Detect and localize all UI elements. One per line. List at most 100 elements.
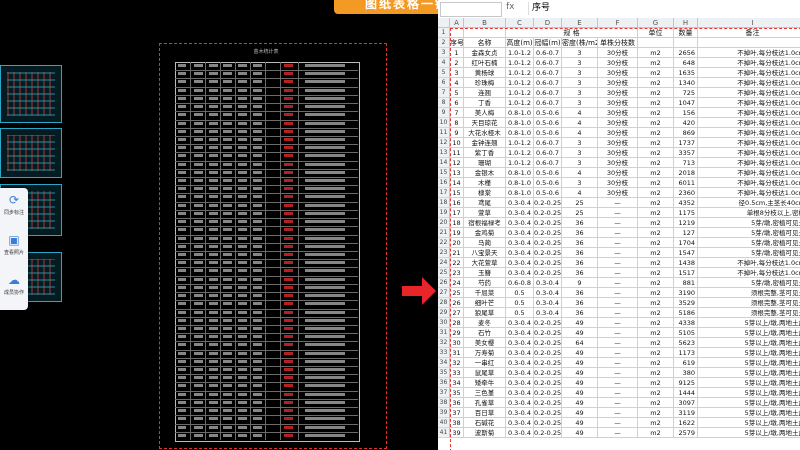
table-cell[interactable]: 0.2-0.25 [534, 378, 562, 388]
table-cell[interactable]: 30分枝 [598, 128, 638, 138]
table-cell[interactable]: 0.6-0.7 [534, 68, 562, 78]
table-cell[interactable]: 0.3-0.4 [506, 218, 534, 228]
table-cell[interactable]: 1.0-1.2 [506, 48, 534, 58]
table-cell[interactable]: 须根完整,茎可见土 [698, 298, 800, 308]
table-cell[interactable]: 三色堇 [464, 388, 506, 398]
row-header[interactable]: 29 [438, 308, 450, 318]
table-cell[interactable]: m2 [638, 428, 674, 438]
table-cell[interactable]: 30分枝 [598, 188, 638, 198]
table-cell[interactable]: 0.3-0.4 [506, 338, 534, 348]
table-cell[interactable]: 芍药 [464, 278, 506, 288]
table-cell[interactable]: — [598, 288, 638, 298]
table-cell[interactable]: 49 [562, 318, 598, 328]
row-header[interactable]: 6 [438, 78, 450, 88]
table-cell[interactable]: — [598, 398, 638, 408]
table-cell[interactable]: 5芽/墩,密植可见土 [698, 248, 800, 258]
table-cell[interactable]: 美人梅 [464, 108, 506, 118]
row-header[interactable]: 22 [438, 238, 450, 248]
table-cell[interactable]: — [598, 368, 638, 378]
table-cell[interactable]: — [598, 308, 638, 318]
table-cell[interactable]: — [598, 348, 638, 358]
table-cell[interactable]: 0.3-0.4 [534, 278, 562, 288]
qty-header[interactable]: 数量 [674, 28, 698, 38]
table-cell[interactable]: 不掉叶,每分枝达1.0cm [698, 108, 800, 118]
table-cell[interactable]: 3357 [674, 148, 698, 158]
table-cell[interactable]: 6011 [674, 178, 698, 188]
table-cell[interactable]: 不掉叶,每分枝达1.0cm [698, 88, 800, 98]
table-cell[interactable]: 0.2-0.25 [534, 228, 562, 238]
table-cell[interactable]: 须根完整,茎可见土 [698, 308, 800, 318]
table-cell[interactable]: 0.3-0.4 [506, 328, 534, 338]
table-cell[interactable]: 49 [562, 408, 598, 418]
table-cell[interactable]: 5芽以上/墩,两地土盘 [698, 428, 800, 438]
table-cell[interactable]: 0.5-0.6 [534, 118, 562, 128]
table-cell[interactable]: 0.8-1.0 [506, 118, 534, 128]
table-cell[interactable]: 49 [562, 428, 598, 438]
table-cell[interactable]: m2 [638, 158, 674, 168]
column-header[interactable]: A [450, 18, 464, 28]
view-photos-button[interactable]: ▣ 查看照片 [0, 230, 28, 268]
table-cell[interactable]: 2 [450, 58, 464, 68]
table-cell[interactable]: 1622 [674, 418, 698, 428]
table-cell[interactable]: 0.5 [506, 308, 534, 318]
table-cell[interactable]: 5芽以上/墩,两地土盘 [698, 388, 800, 398]
table-cell[interactable]: 3 [562, 138, 598, 148]
table-cell[interactable]: m2 [638, 108, 674, 118]
table-cell[interactable]: 5芽以上/墩,两地土盘 [698, 398, 800, 408]
table-cell[interactable]: m2 [638, 418, 674, 428]
table-cell[interactable]: 34 [450, 378, 464, 388]
table-cell[interactable]: 0.6-0.7 [534, 48, 562, 58]
table-cell[interactable]: m2 [638, 268, 674, 278]
table-cell[interactable]: 36 [562, 218, 598, 228]
row-header[interactable]: 35 [438, 368, 450, 378]
table-cell[interactable]: 156 [674, 108, 698, 118]
table-cell[interactable]: 30分枝 [598, 178, 638, 188]
table-cell[interactable]: 0.3-0.4 [506, 318, 534, 328]
table-cell[interactable]: m2 [638, 318, 674, 328]
table-cell[interactable]: m2 [638, 378, 674, 388]
table-cell[interactable]: m2 [638, 388, 674, 398]
table-cell[interactable]: 14 [450, 178, 464, 188]
table-cell[interactable]: 5芽以上/墩,两地土盘 [698, 418, 800, 428]
table-cell[interactable]: 百日草 [464, 408, 506, 418]
header-cell[interactable] [698, 38, 800, 48]
table-cell[interactable]: 丁香 [464, 98, 506, 108]
column-header[interactable]: B [464, 18, 506, 28]
table-cell[interactable]: 33 [450, 368, 464, 378]
table-cell[interactable]: 725 [674, 88, 698, 98]
table-cell[interactable]: — [598, 278, 638, 288]
header-cell[interactable] [638, 38, 674, 48]
table-cell[interactable]: 萱草 [464, 208, 506, 218]
table-cell[interactable]: 21 [450, 248, 464, 258]
table-cell[interactable]: 9 [450, 128, 464, 138]
table-cell[interactable]: 30分枝 [598, 68, 638, 78]
row-header[interactable]: 26 [438, 278, 450, 288]
table-cell[interactable]: 3097 [674, 398, 698, 408]
table-cell[interactable]: 3 [562, 78, 598, 88]
table-cell[interactable]: 不掉叶,每分枝达1.0cm [698, 188, 800, 198]
table-cell[interactable]: m2 [638, 298, 674, 308]
table-cell[interactable]: 须根完整,茎可见土 [698, 288, 800, 298]
table-cell[interactable]: 5186 [674, 308, 698, 318]
row-header[interactable]: 3 [438, 48, 450, 58]
row-header[interactable]: 19 [438, 208, 450, 218]
table-cell[interactable]: 0.2-0.25 [534, 248, 562, 258]
table-cell[interactable]: 0.2-0.25 [534, 218, 562, 228]
table-cell[interactable]: 4338 [674, 318, 698, 328]
table-cell[interactable]: 0.3-0.4 [506, 238, 534, 248]
table-cell[interactable]: 0.3-0.4 [506, 378, 534, 388]
table-cell[interactable]: 大花萱草 [464, 258, 506, 268]
row-header[interactable]: 8 [438, 98, 450, 108]
table-cell[interactable]: 1.0-1.2 [506, 58, 534, 68]
table-cell[interactable]: 0.6-0.7 [534, 158, 562, 168]
table-cell[interactable]: 4 [562, 168, 598, 178]
sync-annotation-button[interactable]: ⟳ 同步标注 [0, 190, 28, 228]
table-cell[interactable]: 3 [562, 148, 598, 158]
table-cell[interactable]: 3 [562, 88, 598, 98]
table-cell[interactable]: m2 [638, 288, 674, 298]
table-cell[interactable]: — [598, 298, 638, 308]
table-cell[interactable]: 5105 [674, 328, 698, 338]
table-cell[interactable]: m2 [638, 138, 674, 148]
table-cell[interactable]: 29 [450, 328, 464, 338]
table-cell[interactable]: 619 [674, 358, 698, 368]
